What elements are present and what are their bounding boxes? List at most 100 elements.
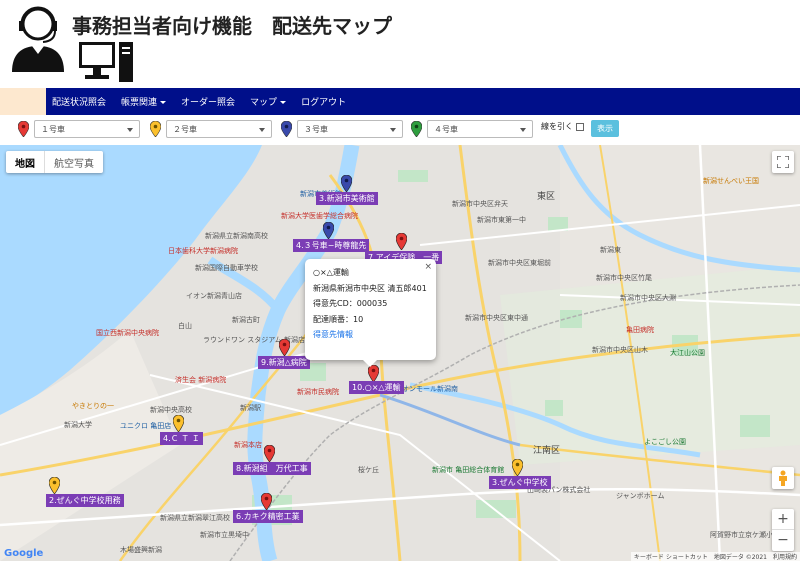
car3-select[interactable]: ３号車 [297,120,403,138]
delivery-marker-label[interactable]: 4.３号車−時尊龍先 [293,239,370,252]
draw-line-checkbox[interactable] [576,122,584,131]
popup-company-name: ○×△運輸 [313,268,349,277]
place-label: 新潟駅 [240,404,261,412]
yellow-marker-icon[interactable] [173,415,184,432]
place-label: 新潟市中央区弁天 [452,200,508,208]
fullscreen-icon [777,156,789,168]
customer-info-link[interactable]: 得意先情報 [313,327,428,343]
nav-item-order-inquiry[interactable]: オーダー照会 [181,95,235,108]
delivery-marker-label[interactable]: 3.新潟市美術館 [316,192,378,205]
red-marker-icon[interactable] [396,233,407,250]
place-label: 新潟県立新潟翠江高校 [160,514,230,522]
popup-address: 新潟県新潟市中央区 清五郎401 [313,283,427,293]
car2-select[interactable]: ２号車 [166,120,272,138]
zoom-control: + − [772,509,794,551]
yellow-marker-icon[interactable] [49,477,60,494]
place-label: 新潟大学 [64,421,92,429]
car2-filter: ２号車 [150,119,272,139]
place-label: イオンモール新潟南 [395,385,458,393]
car4-select[interactable]: ４号車 [427,120,533,138]
zoom-in-button[interactable]: + [772,509,794,530]
place-label: 新潟市中央区東堀前 [488,259,551,267]
place-label: 新潟市立黒埼中 [200,531,249,539]
marker-info-window: × ○×△運輸 新潟県新潟市中央区 清五郎401 得意先CD：000035 配達… [305,259,436,367]
place-label: 新潟大学医歯学総合病院 [281,212,358,220]
map-type-control: 地図 航空写真 [6,151,103,173]
draw-line-label: 線を引く [541,122,573,131]
delivery-marker-label[interactable]: 4.Ｃ Ｔ Ｉ [160,432,203,445]
pegman-icon [779,470,787,486]
nav-item-reports[interactable]: 帳票関連 [121,95,167,108]
place-label: 江南区 [533,446,561,456]
car3-filter: ３号車 [281,119,403,139]
place-label: 国立西新潟中央病院 [96,329,159,337]
caret-down-icon [160,101,167,104]
yellow-pin-icon [150,121,161,137]
place-label: 日本歯科大学新潟病院 [168,247,238,255]
red-marker-icon[interactable] [279,339,290,356]
red-marker-icon[interactable] [264,445,275,462]
place-label: イオン新潟青山店 [186,292,242,300]
nav-item-delivery-status[interactable]: 配送状況照会 [52,95,106,108]
delivery-marker-label[interactable]: 9.新潟△病院 [258,356,310,369]
place-label: ユニクロ 亀田店 [120,422,172,430]
nav-item-label: ログアウト [301,98,347,108]
place-label: 新潟市中央区東中通 [465,314,528,322]
delivery-marker-label[interactable]: 8.新潟組 万代工事 [233,462,311,475]
delivery-marker-label[interactable]: 3.ぜんぐ中学校 [489,476,551,489]
place-label: 新潟本店 [234,441,262,449]
place-label: 新潟せんべい王国 [703,177,759,185]
nav-item-map[interactable]: マップ [250,95,287,108]
place-label: 新潟国際自動車学校 [195,264,258,272]
place-label: 白山 [178,322,192,330]
street-view-pegman[interactable] [772,467,794,489]
page-title: 事務担当者向け機能 配送先マップ [72,14,392,38]
place-label: 大江山公園 [670,349,705,357]
blue-pin-icon [281,121,292,137]
vehicle-filter-bar: １号車 ２号車 ３号車 ４号車 線を引く 表示 [0,115,800,145]
page-header: 事務担当者向け機能 配送先マップ [0,0,800,88]
delivery-map[interactable]: 新潟市美術館 日本歯科大学新潟病院 新潟大学医歯学総合病院 新潟県立新潟南高校 … [0,145,800,561]
map-type-aerial-button[interactable]: 航空写真 [44,151,103,173]
place-label: 新潟市中央区大淵 [620,294,676,302]
car1-select[interactable]: １号車 [34,120,140,138]
delivery-marker-label[interactable]: 2.ぜんぐ中学校用務 [46,494,124,507]
close-icon[interactable]: × [424,259,432,277]
place-label: 阿賀野市立京ケ瀬小 [710,531,773,539]
map-attribution: キーボード ショートカット 地図データ ©2021 利用規約 [630,552,800,561]
delivery-marker-label[interactable]: 6.カキク精密工業 [233,510,303,523]
nav-item-label: マップ [250,98,278,108]
red-marker-icon[interactable] [368,365,379,382]
place-label: 済生会 新潟病院 [175,376,227,384]
place-label: よこごし公園 [644,438,686,446]
google-logo: Google [4,548,44,559]
fullscreen-button[interactable] [772,151,794,173]
popup-delivery-order: 配達順番：10 [313,314,364,324]
green-pin-icon [411,121,422,137]
nav-item-label: 帳票関連 [121,98,158,108]
zoom-out-button[interactable]: − [772,530,794,551]
main-navbar: 配送状況照会 帳票関連 オーダー照会 マップ ログアウト [0,88,800,115]
show-button[interactable]: 表示 [591,120,619,137]
place-label: 東区 [537,192,556,202]
nav-brand-area [0,88,46,115]
headset-operator-icon [12,6,64,72]
map-type-roadmap-button[interactable]: 地図 [6,151,44,173]
red-marker-icon[interactable] [261,493,272,510]
place-label: ジャンボホーム [616,492,665,500]
delivery-marker-label[interactable]: 10.○×△運輸 [349,381,404,394]
nav-item-label: オーダー照会 [181,98,236,108]
desktop-computer-icon [79,42,133,82]
yellow-marker-icon[interactable] [512,459,523,476]
place-label: 新潟東 [600,246,621,254]
draw-line-option: 線を引く [541,121,584,132]
place-label: 新潟市中央区竹尾 [596,274,652,282]
place-label: 木場盛興新潟 [120,546,162,554]
blue-marker-icon[interactable] [323,222,334,239]
car1-filter: １号車 [18,119,140,139]
nav-item-logout[interactable]: ログアウト [301,95,346,108]
place-label: 新潟市東第一中 [477,216,526,224]
nav-item-label: 配送状況照会 [52,98,107,108]
car4-filter: ４号車 [411,119,533,139]
blue-marker-icon[interactable] [341,175,352,192]
